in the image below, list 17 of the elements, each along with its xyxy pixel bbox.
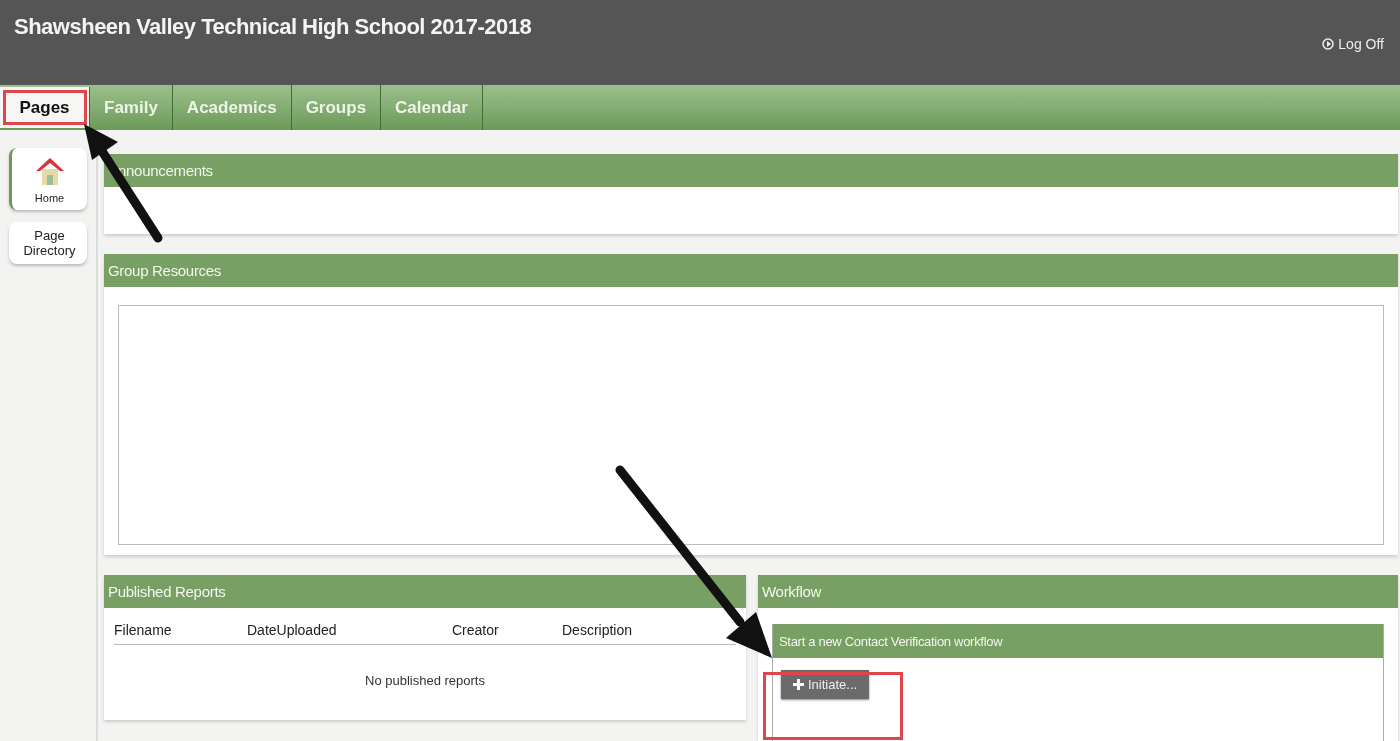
panel-header: Group Resources bbox=[104, 254, 1398, 287]
panel-header: Published Reports bbox=[104, 575, 746, 608]
sidebar-item[interactable]: Home bbox=[9, 148, 87, 210]
log-off-link[interactable]: Log Off bbox=[1322, 36, 1384, 52]
logout-icon bbox=[1322, 38, 1335, 50]
column-header: Description bbox=[562, 622, 634, 638]
school-title: Shawsheen Valley Technical High School 2017-2018 bbox=[14, 14, 532, 40]
workflow-header: Start a new Contact Verification workflow bbox=[773, 624, 1383, 658]
panel-header: Workflow bbox=[758, 575, 1398, 608]
column-header: Filename bbox=[114, 622, 173, 638]
sidebar-item[interactable]: Page Directory bbox=[9, 222, 87, 264]
column-header: Creator bbox=[452, 622, 500, 638]
nav-tab[interactable]: Pages bbox=[0, 87, 90, 128]
plus-icon bbox=[793, 679, 804, 690]
column-header: DateUploaded bbox=[247, 622, 338, 638]
empty-message: No published reports bbox=[365, 673, 485, 688]
panel-header: nnouncements bbox=[104, 154, 1398, 187]
